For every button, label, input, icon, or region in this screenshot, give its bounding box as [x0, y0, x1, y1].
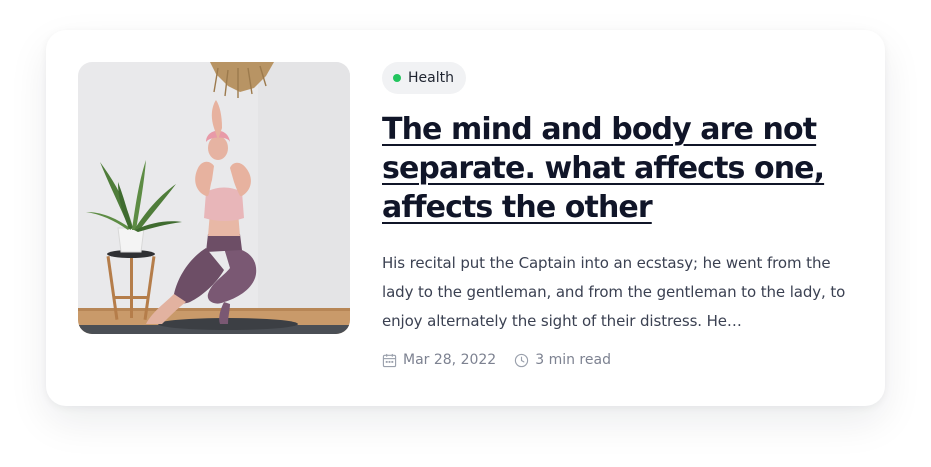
- post-thumbnail[interactable]: [78, 62, 350, 334]
- post-read-time-text: 3 min read: [535, 352, 611, 368]
- status-dot-icon: [393, 74, 401, 82]
- category-label: Health: [408, 70, 454, 86]
- yoga-photo: [78, 62, 350, 334]
- category-tag[interactable]: Health: [382, 62, 466, 94]
- page: Health The mind and body are not separat…: [0, 0, 931, 467]
- post-meta: Mar 28, 2022 3 min read: [382, 352, 611, 368]
- blog-post-card[interactable]: Health The mind and body are not separat…: [46, 30, 885, 406]
- post-excerpt: His recital put the Captain into an ecst…: [382, 254, 846, 330]
- post-date: Mar 28, 2022: [382, 352, 496, 368]
- post-date-text: Mar 28, 2022: [403, 352, 497, 368]
- calendar-icon: [382, 353, 397, 367]
- post-title[interactable]: The mind and body are not separate. what…: [382, 110, 862, 227]
- post-content: Health The mind and body are not separat…: [382, 62, 862, 336]
- post-read-time: 3 min read: [514, 352, 611, 368]
- clock-icon: [515, 353, 529, 367]
